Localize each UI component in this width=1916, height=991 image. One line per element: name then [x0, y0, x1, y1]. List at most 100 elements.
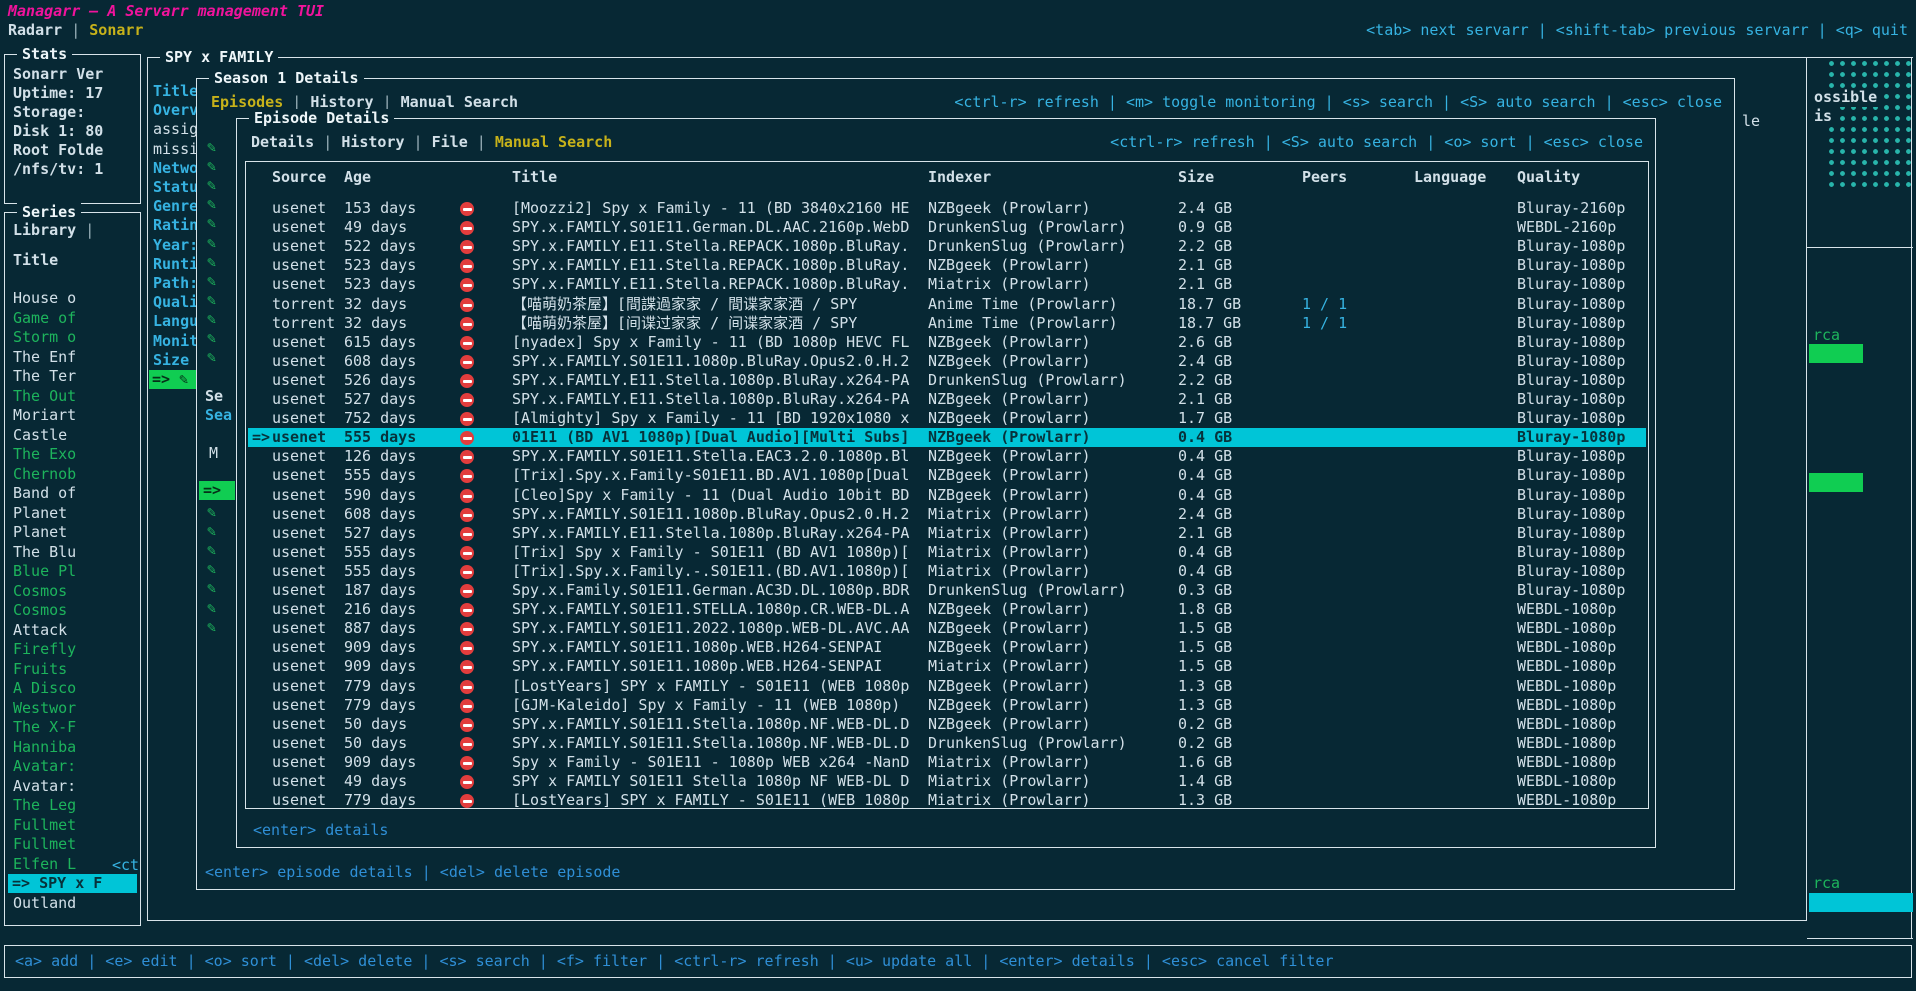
- tab-file[interactable]: File: [432, 133, 468, 151]
- monitored-pencil-icon[interactable]: ✎: [207, 522, 216, 541]
- monitored-pencil-icon[interactable]: ✎: [207, 579, 216, 598]
- release-cell-size: 2.1 GB: [1178, 275, 1232, 294]
- release-cell-age: 527 days: [344, 524, 416, 543]
- release-cell-indexer: Miatrix (Prowlarr): [928, 753, 1091, 772]
- series-field-label: assig: [153, 120, 198, 139]
- tab-manual-search[interactable]: Manual Search: [401, 93, 518, 111]
- release-cell-size: 1.4 GB: [1178, 772, 1232, 791]
- release-cell-source: usenet: [272, 486, 326, 505]
- tab-radarr[interactable]: Radarr: [8, 21, 62, 39]
- series-list-item[interactable]: Avatar:: [13, 757, 76, 776]
- release-cell-size: 0.2 GB: [1178, 734, 1232, 753]
- monitored-pencil-icon[interactable]: ✎: [207, 234, 216, 253]
- release-cell-age: 590 days: [344, 486, 416, 505]
- series-list-item[interactable]: Attack: [13, 621, 67, 640]
- release-cell-indexer: NZBgeek (Prowlarr): [928, 486, 1091, 505]
- series-list-item[interactable]: Westwor: [13, 699, 76, 718]
- monitored-pencil-icon[interactable]: ✎: [207, 618, 216, 637]
- series-list-item[interactable]: Cosmos: [13, 582, 67, 601]
- monitored-pencil-icon[interactable]: ✎: [207, 599, 216, 618]
- release-cell-age: 527 days: [344, 390, 416, 409]
- series-list-item[interactable]: The Enf: [13, 348, 76, 367]
- rejected-icon: [460, 317, 474, 331]
- series-list-item[interactable]: Planet: [13, 523, 67, 542]
- series-list-item[interactable]: House o: [13, 289, 76, 308]
- monitored-pencil-icon[interactable]: ✎: [207, 348, 216, 367]
- series-list-item[interactable]: Hanniba: [13, 738, 76, 757]
- monitored-pencil-icon[interactable]: ✎: [207, 291, 216, 310]
- rejected-icon: [460, 393, 474, 407]
- series-list-item[interactable]: Firefly: [13, 640, 76, 659]
- series-list-item[interactable]: Cosmos: [13, 601, 67, 620]
- monitored-pencil-icon[interactable]: ✎: [207, 329, 216, 348]
- monitored-pencil-icon[interactable]: ✎: [207, 272, 216, 291]
- series-field-label: Runti: [153, 255, 198, 274]
- monitored-pencil-icon[interactable]: ✎: [207, 195, 216, 214]
- release-cell-source: usenet: [272, 390, 326, 409]
- selected-season-row[interactable]: => ✎: [149, 370, 196, 389]
- series-list-item[interactable]: Elfen L: [13, 855, 76, 874]
- series-list-item[interactable]: Fullmet: [13, 835, 76, 854]
- release-cell-age: 216 days: [344, 600, 416, 619]
- monitored-pencil-icon[interactable]: ✎: [207, 157, 216, 176]
- release-cell-indexer: NZBgeek (Prowlarr): [928, 600, 1091, 619]
- series-list-item[interactable]: Fruits: [13, 660, 67, 679]
- selected-episode-row[interactable]: =>: [199, 481, 235, 500]
- servarr-tabs: Radarr | Sonarr: [8, 21, 143, 40]
- series-list-item[interactable]: The Ter: [13, 367, 76, 386]
- monitored-pencil-icon[interactable]: ✎: [207, 503, 216, 522]
- release-cell-age: 779 days: [344, 791, 416, 810]
- series-list-item[interactable]: Fullmet: [13, 816, 76, 835]
- series-list-item[interactable]: A Disco: [13, 679, 76, 698]
- rejected-icon: [460, 660, 474, 674]
- release-cell-size: 0.4 GB: [1178, 428, 1232, 447]
- stats-panel-title: Stats: [17, 45, 72, 64]
- series-list-item[interactable]: Storm o: [13, 328, 76, 347]
- tab-details[interactable]: Details: [251, 133, 314, 151]
- release-cell-quality: WEBDL-1080p: [1517, 715, 1616, 734]
- monitored-pencil-icon[interactable]: ✎: [207, 310, 216, 329]
- release-cell-title: SPY.x.FAMILY.S01E11.1080p.BluRay.Opus2.0…: [512, 505, 909, 524]
- background-text-fragment: le: [1742, 112, 1760, 131]
- release-cell-indexer: Miatrix (Prowlarr): [928, 562, 1091, 581]
- rejected-icon: [460, 450, 474, 464]
- tab-sonarr[interactable]: Sonarr: [89, 21, 143, 39]
- series-panel: Series Library | Title House oGame ofSto…: [4, 212, 141, 926]
- background-text-fragment: <ct: [112, 856, 139, 875]
- tab-manual-search[interactable]: Manual Search: [495, 133, 612, 151]
- series-list-item[interactable]: Moriart: [13, 406, 76, 425]
- series-list-item[interactable]: Game of: [13, 309, 76, 328]
- release-cell-source: usenet: [272, 581, 326, 600]
- series-list-item[interactable]: The Blu: [13, 543, 76, 562]
- monitored-pencil-icon[interactable]: ✎: [207, 560, 216, 579]
- rejected-icon: [460, 240, 474, 254]
- release-cell-source: usenet: [272, 753, 326, 772]
- monitored-pencil-icon[interactable]: ✎: [207, 138, 216, 157]
- series-list-item[interactable]: Planet: [13, 504, 67, 523]
- series-list-item[interactable]: Castle: [13, 426, 67, 445]
- series-list-item[interactable]: Blue Pl: [13, 562, 76, 581]
- monitored-pencil-icon[interactable]: ✎: [207, 253, 216, 272]
- monitored-pencil-icon[interactable]: ✎: [207, 541, 216, 560]
- release-cell-size: 1.5 GB: [1178, 638, 1232, 657]
- series-list-item[interactable]: Outland: [13, 894, 76, 913]
- monitored-pencil-icon[interactable]: ✎: [207, 176, 216, 195]
- tab-library[interactable]: Library: [13, 221, 76, 239]
- series-list-item[interactable]: The Exo: [13, 445, 76, 464]
- series-list-item[interactable]: The Leg: [13, 796, 76, 815]
- tab-history[interactable]: History: [341, 133, 404, 151]
- release-cell-title: SPY.x.FAMILY.S01E11.Stella.1080p.NF.WEB-…: [512, 734, 909, 753]
- series-list-item[interactable]: Avatar:: [13, 777, 76, 796]
- stats-line: Uptime: 17: [13, 84, 103, 103]
- bottom-keybinds: <a> add | <e> edit | <o> sort | <del> de…: [15, 952, 1334, 971]
- release-cell-source: usenet: [272, 466, 326, 485]
- series-list-item[interactable]: Chernob: [13, 465, 76, 484]
- series-list-item[interactable]: Band of: [13, 484, 76, 503]
- release-cell-age: 615 days: [344, 333, 416, 352]
- series-list-item[interactable]: The X-F: [13, 718, 76, 737]
- series-list-item[interactable]: The Out: [13, 387, 76, 406]
- monitored-pencil-icon[interactable]: ✎: [207, 214, 216, 233]
- release-cell-source: usenet: [272, 352, 326, 371]
- series-list-item-selected[interactable]: => SPY x F: [8, 874, 137, 893]
- release-cell-size: 2.4 GB: [1178, 352, 1232, 371]
